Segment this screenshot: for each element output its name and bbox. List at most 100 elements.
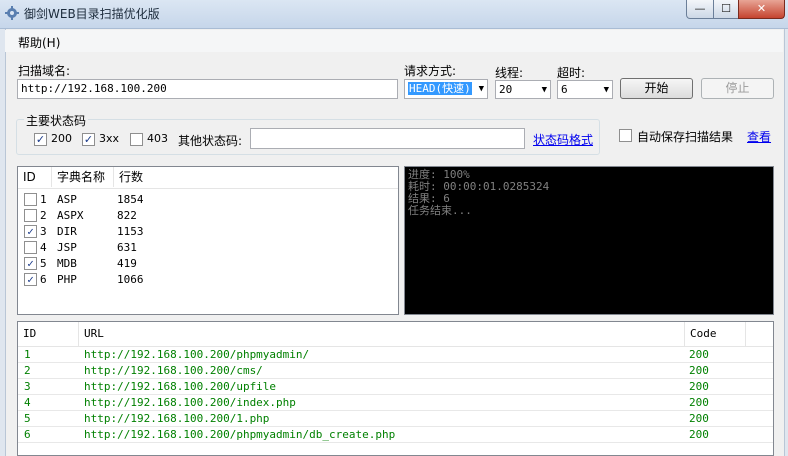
console-output: 进度: 100% 耗时: 00:00:01.0285324 结果: 6 任务结束… [404,166,774,315]
dictionary-row[interactable]: ✓ 5 MDB 419 [18,256,398,272]
result-row-url: http://192.168.100.200/upfile [84,380,277,393]
dictionary-row-id: 4 [40,241,47,254]
dictionary-row-count: 419 [117,257,137,270]
result-row-url: http://192.168.100.200/cms/ [84,364,263,377]
result-row-id: 2 [24,364,31,377]
results-list-header: ID URL Code [18,322,773,347]
dictionary-list[interactable]: ID 字典名称 行数 1 ASP 1854 2 ASPX 822 ✓ 3 DIR 1153 4 JSP… [17,166,399,315]
result-row-code: 200 [689,396,709,409]
timeout-value: 6 [561,83,568,96]
dictionary-row-id: 1 [40,193,47,206]
dictionary-row-count: 1854 [117,193,144,206]
col-result-code[interactable]: Code [685,322,746,346]
menu-bar [5,30,783,52]
method-value: HEAD(快速) [408,82,472,95]
dictionary-list-header: ID 字典名称 行数 [18,167,398,189]
threads-select[interactable]: 20 ▼ [495,80,551,99]
results-list[interactable]: ID URL Code 1 http://192.168.100.200/phpm… [17,321,774,456]
maximize-button[interactable]: ☐ [713,0,739,19]
other-status-input[interactable] [250,128,525,149]
app-gear-icon [5,6,19,20]
dictionary-row-checkbox[interactable] [24,241,37,254]
start-button[interactable]: 开始 [620,78,693,99]
timeout-label: 超时: [557,66,586,80]
method-select[interactable]: HEAD(快速) ▼ [404,79,488,99]
threads-value: 20 [499,83,513,96]
dictionary-row-name: PHP [57,273,77,286]
result-row-id: 4 [24,396,31,409]
result-row-id: 5 [24,412,31,425]
result-row-id: 6 [24,428,31,441]
result-row-url: http://192.168.100.200/index.php [84,396,296,409]
method-label: 请求方式: [404,64,457,78]
domain-label: 扫描域名: [18,64,71,78]
dictionary-row-name: ASPX [57,209,84,222]
result-row-url: http://192.168.100.200/1.php [84,412,270,425]
dictionary-row-checkbox[interactable] [24,193,37,206]
dictionary-row[interactable]: 1 ASP 1854 [18,192,398,208]
timeout-select[interactable]: 6 ▼ [557,80,613,99]
dictionary-row[interactable]: ✓ 3 DIR 1153 [18,224,398,240]
dictionary-row-count: 1153 [117,225,144,238]
result-row-code: 200 [689,348,709,361]
col-line-count[interactable]: 行数 [114,167,398,187]
view-link[interactable]: 查看 [747,128,771,145]
minimize-button[interactable]: — [686,0,714,19]
dictionary-row-checkbox[interactable]: ✓ [24,273,37,286]
dictionary-row-count: 631 [117,241,137,254]
dictionary-row-id: 6 [40,273,47,286]
result-row-code: 200 [689,428,709,441]
status-403-label: 403 [147,132,168,145]
dictionary-row-name: MDB [57,257,77,270]
threads-label: 线程: [495,66,524,80]
autosave-label: 自动保存扫描结果 [637,130,734,144]
dictionary-row-checkbox[interactable]: ✓ [24,257,37,270]
status-200-checkbox[interactable]: ✓ [34,133,47,146]
dictionary-row-id: 3 [40,225,47,238]
close-button[interactable]: ✕ [738,0,785,19]
result-row-code: 200 [689,412,709,425]
dictionary-row-id: 5 [40,257,47,270]
result-row-code: 200 [689,364,709,377]
status-3xx-label: 3xx [99,132,120,145]
window-title: 御剑WEB目录扫描优化版 [24,7,160,21]
stop-button[interactable]: 停止 [701,78,774,99]
dictionary-row-name: DIR [57,225,77,238]
dictionary-row-count: 822 [117,209,137,222]
status-403-checkbox[interactable] [130,133,143,146]
dropdown-arrow-icon: ▼ [541,85,547,95]
dictionary-row-checkbox[interactable] [24,209,37,222]
dictionary-row-name: JSP [57,241,77,254]
col-result-url[interactable]: URL [79,322,685,346]
result-row-id: 3 [24,380,31,393]
status-3xx-checkbox[interactable]: ✓ [82,133,95,146]
result-row[interactable]: 2 http://192.168.100.200/cms/200 [18,363,773,379]
result-row-url: http://192.168.100.200/phpmyadmin/db_cre… [84,428,396,441]
dropdown-arrow-icon: ▼ [478,84,484,94]
dictionary-row[interactable]: 2 ASPX 822 [18,208,398,224]
status-format-link[interactable]: 状态码格式 [533,131,593,148]
result-row[interactable]: 3 http://192.168.100.200/upfile 200 [18,379,773,395]
result-row[interactable]: 6 http://192.168.100.200/phpmyadmin/db_cr… [18,427,773,443]
col-id[interactable]: ID [18,167,52,187]
result-row[interactable]: 5 http://192.168.100.200/1.php 200 [18,411,773,427]
dictionary-row-id: 2 [40,209,47,222]
result-row-code: 200 [689,380,709,393]
status-200-label: 200 [51,132,72,145]
result-row-url: http://192.168.100.200/phpmyadmin/ [84,348,310,361]
other-status-label: 其他状态码: [178,134,243,148]
result-row[interactable]: 1 http://192.168.100.200/phpmyadmin/200 [18,347,773,363]
dictionary-row[interactable]: ✓ 6 PHP 1066 [18,272,398,288]
status-group-label: 主要状态码 [24,112,89,129]
result-row[interactable]: 4 http://192.168.100.200/index.php 200 [18,395,773,411]
dictionary-row-count: 1066 [117,273,144,286]
autosave-checkbox[interactable] [619,129,632,142]
col-result-id[interactable]: ID [18,322,79,346]
col-dict-name[interactable]: 字典名称 [52,167,114,187]
dropdown-arrow-icon: ▼ [603,85,609,95]
dictionary-row-checkbox[interactable]: ✓ [24,225,37,238]
domain-input[interactable]: http://192.168.100.200 [17,79,398,99]
dictionary-row-name: ASP [57,193,77,206]
dictionary-row[interactable]: 4 JSP 631 [18,240,398,256]
menu-help[interactable]: 帮助(H) [18,34,60,51]
